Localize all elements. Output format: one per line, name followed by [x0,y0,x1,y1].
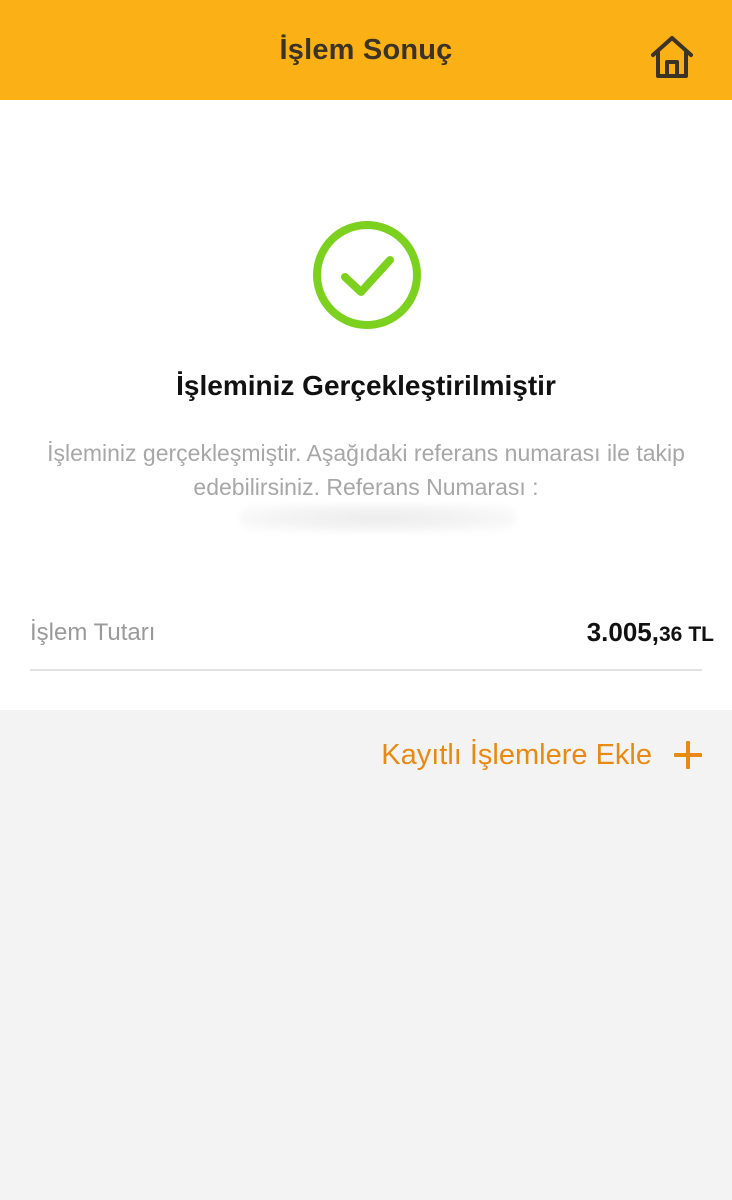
header-bar: İşlem Sonuç [0,0,732,100]
plus-icon [674,741,702,769]
result-card: İşleminiz Gerçekleştirilmiştir İşleminiz… [0,100,732,710]
home-icon [651,36,693,78]
amount-label: İşlem Tutarı [30,619,156,646]
add-saved-label: Kayıtlı İşlemlere Ekle [381,738,652,771]
result-title: İşleminiz Gerçekleştirilmiştir [176,370,556,401]
amount-integer: 3.005, [586,617,659,647]
amount-decimal: 36 [658,623,683,646]
add-to-saved-transactions-button[interactable]: Kayıtlı İşlemlere Ekle [381,734,702,776]
reference-number-redacted [240,504,516,532]
amount-value: 3.005,36 TL [587,617,714,648]
result-description: İşleminiz gerçekleşmiştir. Aşağıdaki ref… [47,440,685,500]
amount-currency: TL [688,623,714,646]
home-button[interactable] [648,33,696,81]
check-circle-icon [313,221,421,329]
amount-row: İşlem Tutarı 3.005,36 TL [30,605,714,671]
page-title: İşlem Sonuç [279,33,453,66]
